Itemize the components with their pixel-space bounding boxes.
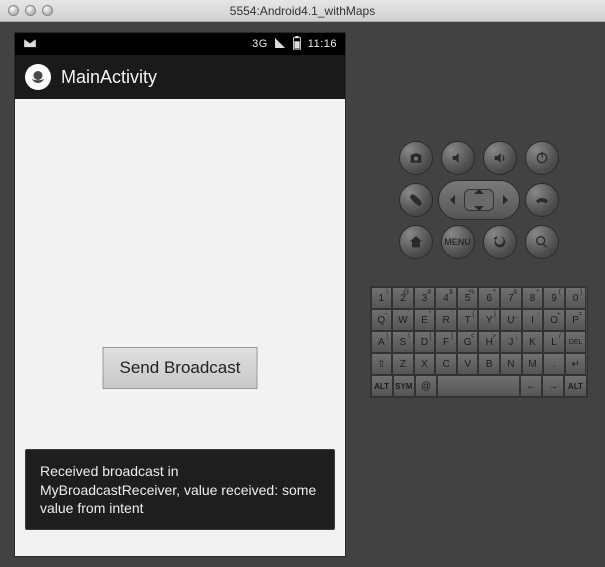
end-call-button[interactable] [525,183,559,217]
window-title: 5554:Android4.1_withMaps [0,4,605,18]
key-b[interactable]: B [478,353,500,375]
status-clock: 11:16 [308,38,337,50]
window-titlebar: 5554:Android4.1_withMaps [0,0,605,22]
key-alt[interactable]: ALT [564,375,586,397]
key-s[interactable]: S\ [392,331,414,353]
key-d[interactable]: D[ [414,331,436,353]
key-1[interactable]: 1! [371,287,393,309]
dpad-right-icon[interactable] [503,195,513,205]
onscreen-keyboard: 1!2@3#4$5%6^7&8*9(0) Q~W`E"R'T{Y}U_I-O+P… [370,286,588,398]
power-button[interactable] [525,141,559,175]
key-→[interactable]: → [542,375,564,397]
key-0[interactable]: 0) [565,287,587,309]
hardware-buttons: MENU [398,140,560,260]
key-v[interactable]: V [457,353,479,375]
key-f[interactable]: F] [435,331,457,353]
minimize-window-button[interactable] [25,5,36,16]
key-c[interactable]: C [435,353,457,375]
zoom-window-button[interactable] [42,5,53,16]
dpad[interactable] [438,180,520,220]
dpad-down-icon[interactable] [474,206,484,216]
key-3[interactable]: 3# [414,287,436,309]
key-k[interactable]: K: [522,331,544,353]
key-sym[interactable]: SYM [393,375,415,397]
key-o[interactable]: O+ [543,309,565,331]
back-button[interactable] [483,225,517,259]
key-⇧[interactable]: ⇧ [371,353,393,375]
signal-icon [274,37,286,52]
key-x[interactable]: X [414,353,436,375]
key-r[interactable]: R' [435,309,457,331]
key-g[interactable]: G< [457,331,479,353]
key-h[interactable]: H> [478,331,500,353]
key-4[interactable]: 4$ [435,287,457,309]
key-del[interactable]: DEL [565,331,587,353]
key-u[interactable]: U_ [500,309,522,331]
key-alt[interactable]: ALT [371,375,393,397]
key-←[interactable]: ← [520,375,542,397]
key-q[interactable]: Q~ [371,309,393,331]
app-title: MainActivity [61,67,157,88]
key-e[interactable]: E" [414,309,436,331]
key-5[interactable]: 5% [457,287,479,309]
network-label: 3G [252,38,268,50]
phone-screen: 3G 11:16 MainActivity Send Broadcast [14,32,346,557]
search-button[interactable] [525,225,559,259]
key-@[interactable]: @ [415,375,437,397]
key-↵[interactable]: ↵ [565,353,587,375]
dpad-up-icon[interactable] [474,184,484,194]
dpad-left-icon[interactable] [445,195,455,205]
battery-icon [292,36,302,53]
camera-button[interactable] [399,141,433,175]
key-space[interactable] [437,375,520,397]
app-icon [25,64,51,90]
key-j[interactable]: J; [500,331,522,353]
send-broadcast-button[interactable]: Send Broadcast [103,347,258,389]
key-z[interactable]: Z [392,353,414,375]
call-button[interactable] [399,183,433,217]
key-i[interactable]: I- [522,309,544,331]
emulator-body: 3G 11:16 MainActivity Send Broadcast [0,22,605,567]
key-2[interactable]: 2@ [392,287,414,309]
key-a[interactable]: A| [371,331,393,353]
key-m[interactable]: M [522,353,544,375]
key-l[interactable]: L/ [543,331,565,353]
key-9[interactable]: 9( [543,287,565,309]
key-n[interactable]: N [500,353,522,375]
key-p[interactable]: P= [565,309,587,331]
app-content: Send Broadcast Received broadcast in MyB… [15,99,345,556]
key-6[interactable]: 6^ [478,287,500,309]
menu-button[interactable]: MENU [441,225,475,259]
home-button[interactable] [399,225,433,259]
key-.[interactable]: . [543,353,565,375]
app-bar: MainActivity [15,55,345,99]
volume-up-button[interactable] [483,141,517,175]
key-8[interactable]: 8* [522,287,544,309]
close-window-button[interactable] [8,5,19,16]
mail-icon [23,36,37,53]
key-y[interactable]: Y} [478,309,500,331]
key-w[interactable]: W` [392,309,414,331]
volume-down-button[interactable] [441,141,475,175]
key-t[interactable]: T{ [457,309,479,331]
status-bar: 3G 11:16 [15,33,345,55]
key-7[interactable]: 7& [500,287,522,309]
toast-message: Received broadcast in MyBroadcastReceive… [25,449,335,530]
